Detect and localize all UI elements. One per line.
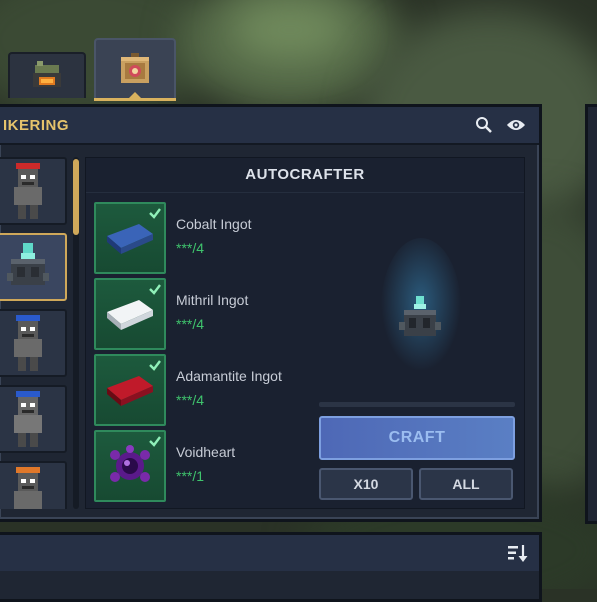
autocrafter-preview-icon [381, 238, 461, 378]
ingredient-name: Voidheart [176, 444, 236, 460]
ingredient-count: ***/4 [176, 316, 205, 332]
ingredient-name: Mithril Ingot [176, 292, 249, 308]
check-icon [149, 360, 161, 371]
panel-header: IKERING [0, 107, 539, 145]
golem-blue-icon [14, 315, 42, 371]
craft-x10-button[interactable]: X10 [319, 468, 413, 500]
panel-title: IKERING [3, 116, 70, 134]
check-icon [149, 208, 161, 219]
autocrafter-target-icon [121, 53, 149, 83]
cobalt-ingot-icon [107, 224, 153, 254]
crafting-area: AUTOCRAFTER Cobalt Ingot ***/4 Mithril I… [85, 157, 525, 509]
craft-button[interactable]: CRAFT [319, 416, 515, 460]
golem-red-icon [14, 163, 42, 219]
station-title: AUTOCRAFTER [86, 158, 524, 193]
tab-station-autocrafter[interactable] [94, 38, 176, 101]
furnace-icon [33, 61, 61, 87]
recipe-card[interactable] [0, 461, 67, 509]
recipe-card[interactable] [0, 385, 67, 453]
sort-icon[interactable] [507, 543, 529, 563]
recipe-card[interactable] [0, 157, 67, 225]
search-icon[interactable] [474, 115, 494, 135]
result-preview [376, 238, 466, 388]
mithril-ingot-icon [107, 300, 153, 330]
check-icon [149, 284, 161, 295]
recipe-card-selected[interactable] [0, 233, 67, 301]
ingredient-count: ***/1 [176, 468, 205, 484]
ingredient-row[interactable]: Adamantite Ingot ***/4 [94, 354, 314, 426]
ingredient-slot[interactable] [94, 202, 166, 274]
golem-blue-icon [14, 391, 42, 447]
recipe-card[interactable] [0, 309, 67, 377]
voidheart-icon [110, 445, 150, 482]
crafting-panel: IKERING AUTOCRAFTER Cobalt Ingot ***/4 M… [0, 104, 542, 522]
inventory-header [0, 535, 539, 571]
craft-all-button[interactable]: ALL [419, 468, 513, 500]
ingredient-count: ***/4 [176, 392, 205, 408]
ingredient-slot[interactable] [94, 430, 166, 502]
side-panel-edge [585, 104, 597, 524]
adamantite-ingot-icon [107, 376, 153, 406]
recipe-scrollbar-thumb[interactable] [73, 159, 79, 235]
ingredient-name: Cobalt Ingot [176, 216, 252, 232]
recipe-list[interactable] [0, 157, 77, 509]
ingredient-row[interactable]: Voidheart ***/1 [94, 430, 314, 502]
golem-orange-icon [14, 467, 42, 509]
ingredient-count: ***/4 [176, 240, 205, 256]
eye-icon[interactable] [506, 115, 526, 135]
ingredient-slot[interactable] [94, 278, 166, 350]
ingredient-row[interactable]: Cobalt Ingot ***/4 [94, 202, 314, 274]
ingredient-row[interactable]: Mithril Ingot ***/4 [94, 278, 314, 350]
ingredient-name: Adamantite Ingot [176, 368, 282, 384]
inventory-panel [0, 532, 542, 602]
autocrafter-icon [7, 243, 49, 285]
check-icon [149, 436, 161, 447]
ingredient-slot[interactable] [94, 354, 166, 426]
tab-station-furnace[interactable] [8, 52, 86, 98]
craft-progress-bar [319, 402, 515, 407]
